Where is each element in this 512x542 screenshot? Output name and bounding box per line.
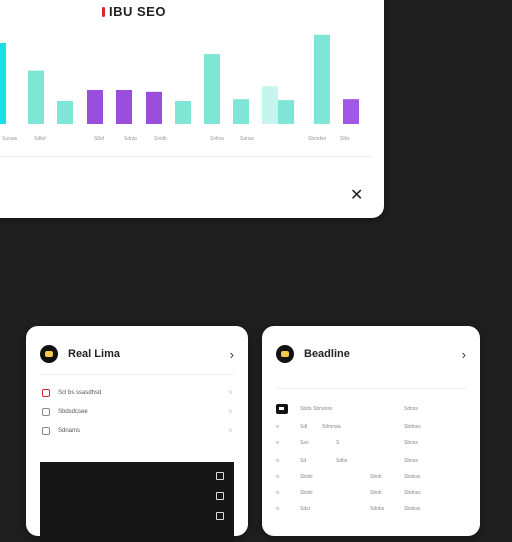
table-cell: Sdl — [300, 424, 308, 430]
close-icon[interactable]: ✕ — [350, 188, 363, 204]
list-item-label: Sdnams — [58, 428, 81, 434]
table-cell: Sbdsl — [300, 490, 313, 496]
table-cell: o — [276, 506, 279, 512]
table-cell: Sdmnaa — [322, 424, 341, 430]
table-cell: S — [336, 440, 340, 446]
clock-icon — [42, 427, 50, 435]
table-cell: o — [276, 474, 279, 480]
card-left-header[interactable]: Real Lima › — [40, 344, 234, 364]
list-item-label: Scl bs ssasdhsd — [58, 390, 102, 396]
chart-bar — [0, 43, 6, 124]
chart-bar — [175, 101, 191, 124]
table-cell: Sbnb — [370, 490, 382, 496]
bar-chart: Sunaw Sdbd Slbd Sdnip Snidb Snlina Sanas Sbrsds… — [0, 32, 372, 157]
x-tick-label: Snlina — [210, 136, 224, 142]
table-cell: o — [276, 458, 279, 464]
avatar — [40, 345, 58, 363]
table-cell: Sbnss — [404, 458, 418, 464]
chart-bar — [233, 99, 249, 124]
chart-bar — [146, 91, 162, 124]
card-left-title: Real Lima — [68, 348, 120, 360]
table-row[interactable]: o Sso S Sbnss — [276, 438, 466, 450]
x-tick-label: Slbs — [340, 136, 350, 142]
card-right-header[interactable]: Beadline › — [276, 344, 466, 364]
edit-icon[interactable] — [216, 492, 224, 500]
table-cell: Sdnbs — [370, 506, 385, 512]
table-header-cell: Sbdo Sbnanss — [300, 406, 333, 412]
table-cell: Sd — [300, 458, 307, 464]
x-tick-label: Sbrsdsn — [308, 136, 327, 142]
list-item[interactable]: Sdnams o — [42, 424, 232, 438]
table-header: Sbdo Sbnanss Sdnss — [276, 404, 466, 416]
x-tick-label: Sdbd — [34, 136, 46, 142]
avatar-icon — [45, 351, 53, 357]
brand-mark-icon — [102, 6, 105, 17]
table-header-cell: Sdnss — [404, 406, 418, 412]
list-item-label: Sbdsdcsee — [58, 409, 88, 415]
share-icon[interactable] — [216, 512, 224, 520]
card-left: Real Lima › Scl bs ssasdhsd o Sbdsdcsee … — [26, 326, 248, 542]
chevron-right-icon[interactable]: › — [462, 347, 466, 362]
table-cell: o — [276, 424, 279, 430]
lock-icon — [42, 408, 50, 416]
table-row[interactable]: o Sd Sdbs Sbnss — [276, 456, 466, 468]
list-item-meta: o — [228, 390, 232, 396]
divider — [276, 388, 466, 389]
preview-panel — [40, 462, 234, 542]
chart-bar — [28, 70, 44, 124]
table-cell: Sbnss — [404, 440, 418, 446]
table-row[interactable]: o Sbdsl Sbnb Sbdnss — [276, 488, 466, 500]
x-tick-label: Slbd — [94, 136, 104, 142]
chart-bar — [116, 89, 132, 124]
chart-bar — [343, 99, 359, 124]
x-tick-label: Sdnip — [124, 136, 137, 142]
table-cell: Sbnb — [370, 474, 382, 480]
copy-icon[interactable] — [216, 472, 224, 480]
table-cell: o — [276, 490, 279, 496]
table-cell: Sbdnss — [404, 490, 421, 496]
window-title-text: IBU SEO — [109, 4, 166, 19]
table-cell: Sbdsl — [300, 474, 313, 480]
avatar — [276, 345, 294, 363]
chevron-right-icon[interactable]: › — [230, 347, 234, 362]
card-right: Beadline › Sbdo Sbnanss Sdnss o Sdl Sdmn… — [262, 326, 480, 536]
table-icon — [276, 404, 288, 414]
table-cell: Sso — [300, 440, 309, 446]
table-cell: o — [276, 440, 279, 446]
x-tick-label: Snidb — [154, 136, 167, 142]
chart-bar — [278, 100, 294, 124]
chart-bar — [57, 101, 73, 124]
chart-bar — [87, 89, 103, 124]
chart-bar — [204, 54, 220, 124]
x-tick-label: Sanas — [240, 136, 255, 142]
table-cell: Sbdsss — [404, 506, 421, 512]
table-cell: Sbdnss — [404, 424, 421, 430]
list-item[interactable]: Sbdsdcsee o — [42, 405, 232, 419]
table-cell: Sbdsss — [404, 474, 421, 480]
flag-icon — [42, 389, 50, 397]
avatar-icon — [281, 351, 289, 357]
table-row[interactable]: o Sdl Sdmnaa Sbdnss — [276, 422, 466, 434]
window-title: IBU SEO — [102, 4, 166, 19]
table-cell: Sdsl — [300, 506, 310, 512]
table-row[interactable]: o Sbdsl Sbnb Sbdsss — [276, 472, 466, 484]
list-item-meta: o — [228, 428, 232, 434]
divider — [40, 374, 234, 375]
chart-window: IBU SEO Sunaw Sdbd Slbd Sdnip Snidb Snlina San… — [0, 0, 384, 218]
chart-bar — [314, 34, 330, 125]
list-item[interactable]: Scl bs ssasdhsd o — [42, 386, 232, 400]
preview-actions — [216, 472, 224, 520]
bar-chart-svg: Sunaw Sdbd Slbd Sdnip Snidb Snlina Sanas Sbrsds… — [0, 34, 359, 142]
card-right-title: Beadline — [304, 348, 350, 360]
table-row[interactable]: o Sdsl Sdnbs Sbdsss — [276, 504, 466, 516]
list-item-meta: o — [228, 409, 232, 415]
chart-bar — [262, 86, 278, 124]
x-tick-label: Sunaw — [2, 136, 18, 142]
table-cell: Sdbs — [336, 458, 348, 464]
